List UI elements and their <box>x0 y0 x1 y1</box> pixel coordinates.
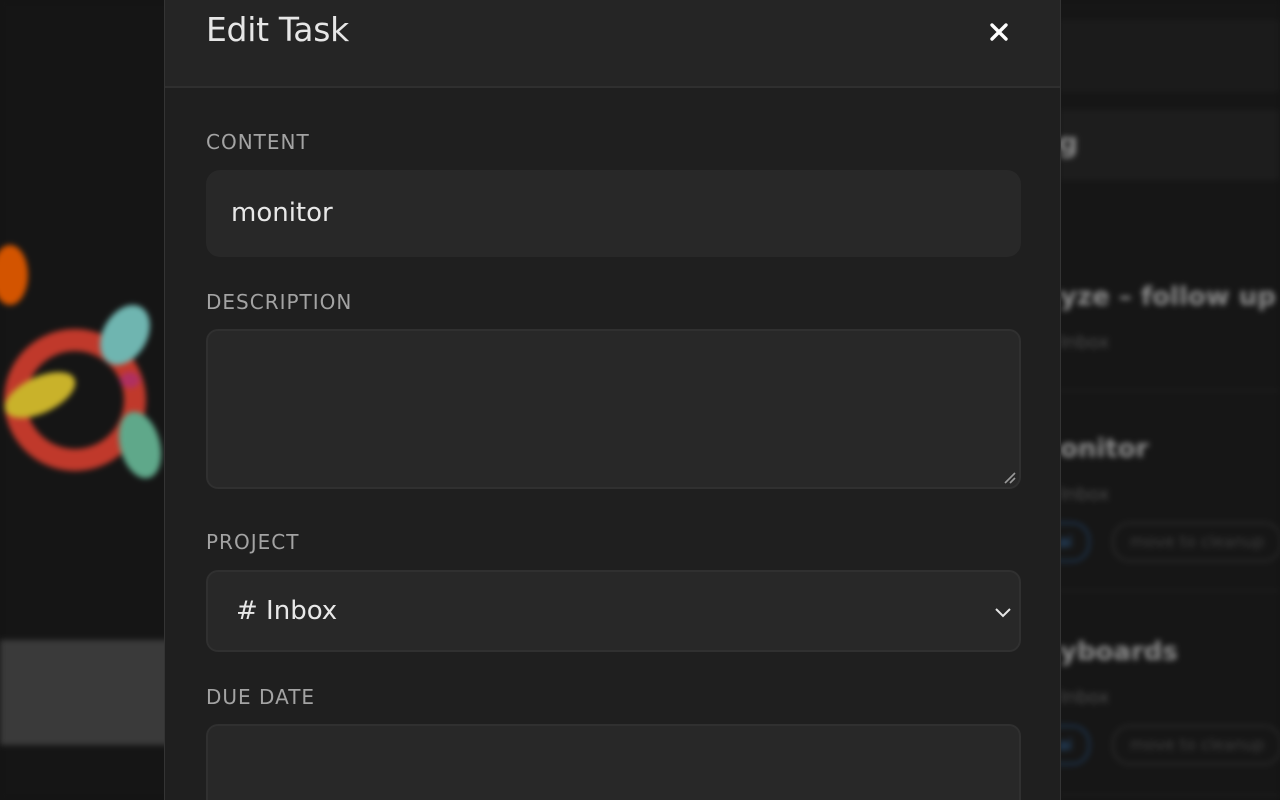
app-logo-icon <box>0 245 162 479</box>
background-task-title: yboards <box>1060 637 1178 667</box>
due-date-input[interactable] <box>206 724 1021 800</box>
screen: g yze – follow up Inbox onitor Inbox ai … <box>0 0 1280 800</box>
project-select[interactable]: # Inbox <box>206 570 1021 652</box>
description-textarea[interactable] <box>206 329 1021 489</box>
modal-header: Edit Task <box>165 0 1060 88</box>
background-task-project: Inbox <box>1060 332 1110 353</box>
due-date-label: DUE DATE <box>206 685 316 709</box>
background-task-item: onitor Inbox ai move to cleanup <box>1040 420 1280 591</box>
content-input[interactable]: monitor <box>206 170 1021 257</box>
background-task-chip: move to cleanup <box>1112 522 1280 562</box>
background-task-item: yze – follow up Inbox <box>1060 270 1280 391</box>
content-label: CONTENT <box>206 130 310 154</box>
edit-task-modal: Edit Task CONTENT monitor DESCRIPTION PR… <box>164 0 1061 800</box>
background-task-title: onitor <box>1060 434 1149 464</box>
background-sidebar-active-band <box>0 640 170 745</box>
close-button[interactable] <box>983 16 1015 48</box>
modal-title: Edit Task <box>206 10 349 49</box>
background-section-title: g <box>1058 126 1079 159</box>
chevron-down-icon <box>995 608 1011 618</box>
description-label: DESCRIPTION <box>206 290 353 314</box>
background-task-title: yze – follow up <box>1060 282 1276 312</box>
background-task-project: Inbox <box>1060 484 1110 505</box>
background-task-item: yboards Inbox ai move to cleanup <box>1040 625 1280 796</box>
background-section-header <box>1060 110 1280 180</box>
background-task-project: Inbox <box>1060 687 1110 708</box>
project-label: PROJECT <box>206 530 300 554</box>
close-icon <box>990 23 1008 41</box>
background-task-chip: move to cleanup <box>1112 725 1280 765</box>
resize-handle-icon[interactable] <box>1003 471 1017 485</box>
project-select-value: # Inbox <box>236 596 338 626</box>
background-topbar <box>1060 20 1280 92</box>
